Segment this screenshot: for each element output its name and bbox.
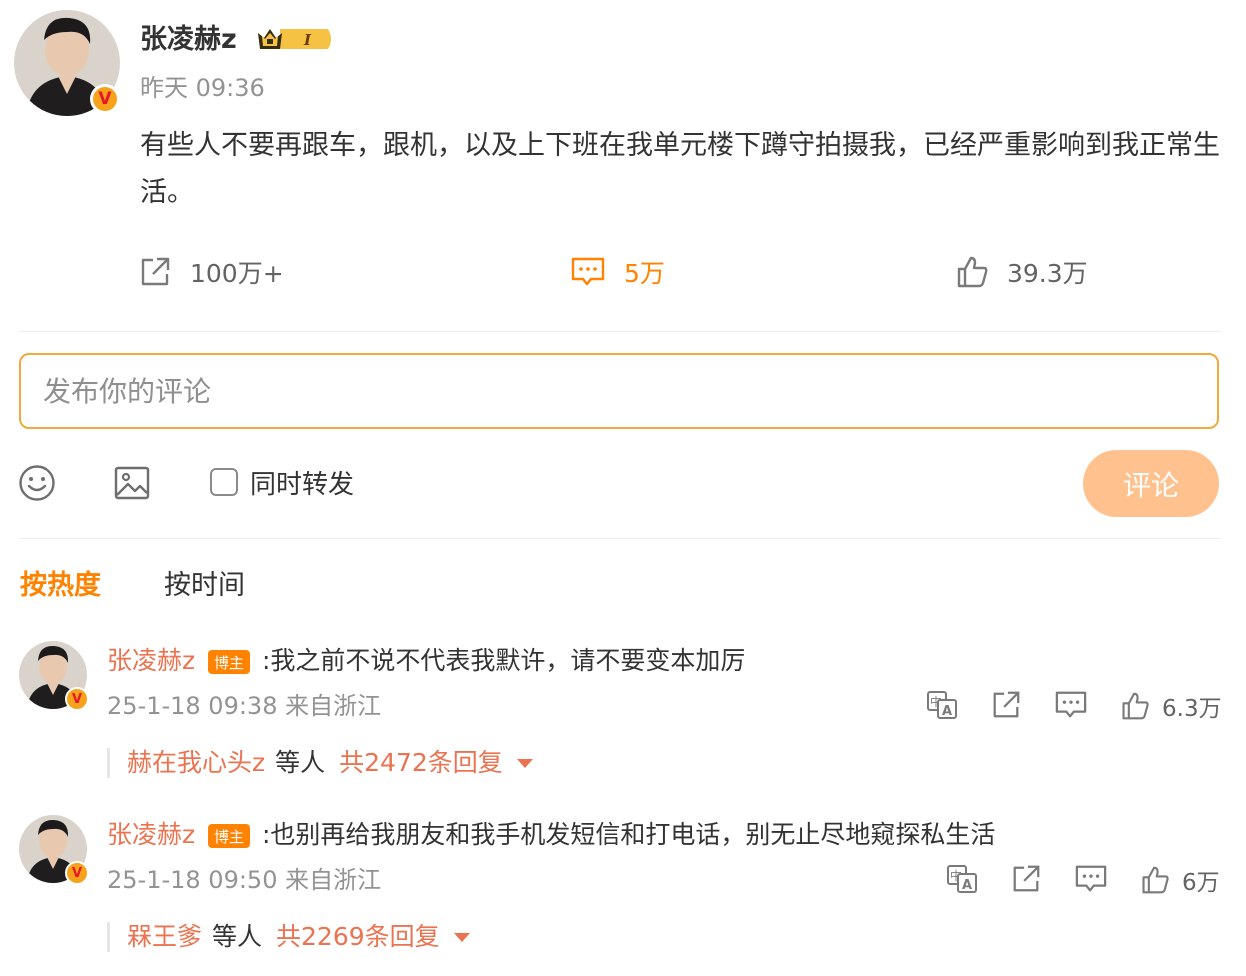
like-icon — [957, 256, 988, 288]
translate-icon: 中 A — [947, 865, 977, 893]
translate-icon: 中 A — [927, 691, 957, 719]
host-tag: 博主 — [208, 650, 250, 674]
comment-author[interactable]: 张凌赫z — [107, 643, 195, 679]
translate-button[interactable]: 中 A — [926, 689, 958, 721]
reply-etc-text: 等人 — [275, 748, 326, 777]
svg-text:A: A — [962, 878, 972, 893]
crown-rank-badge: I — [256, 24, 334, 54]
verified-badge-icon: V — [90, 84, 120, 114]
comment-input[interactable] — [43, 374, 1195, 408]
tab-sort-time[interactable]: 按时间 — [164, 566, 245, 606]
comment-text: :我之前不说不代表我默许，请不要变本加厉 — [262, 646, 746, 675]
like-icon — [1122, 692, 1149, 720]
host-tag: 博主 — [208, 824, 250, 848]
comment-author[interactable]: 张凌赫z — [107, 817, 195, 853]
comment-button[interactable]: 5万 — [570, 252, 665, 292]
repost-icon — [141, 257, 170, 286]
divider — [20, 538, 1220, 539]
chevron-down-icon[interactable] — [516, 758, 533, 768]
also-repost-label: 同时转发 — [250, 469, 355, 500]
post-author-name[interactable]: 张凌赫z — [140, 20, 237, 60]
reply-icon — [1075, 865, 1107, 892]
share-icon — [993, 691, 1020, 718]
comment-like-count: 6.3万 — [1162, 696, 1222, 722]
comment-count: 5万 — [624, 259, 665, 288]
reply-user-names[interactable]: 赫在我心头z — [127, 745, 265, 781]
comment-meta: 25-1-18 09:50 来自浙江 — [107, 866, 382, 894]
comment-input-box[interactable] — [19, 353, 1219, 429]
svg-text:A: A — [942, 704, 952, 719]
image-icon — [114, 466, 150, 500]
replies-summary[interactable]: 赫在我心头z 等人 共2472条回复 — [127, 745, 533, 781]
post-body-text: 有些人不要再跟车，跟机，以及上下班在我单元楼下蹲守拍摄我，已经严重影响到我正常生… — [140, 130, 1220, 208]
reply-total-link[interactable]: 共2472条回复 — [339, 745, 503, 781]
verified-badge-icon: V — [65, 687, 89, 711]
share-button[interactable] — [990, 689, 1022, 721]
comment-icon — [571, 257, 605, 286]
also-repost-option[interactable]: 同时转发 — [210, 462, 354, 502]
reply-user-names[interactable]: 槑王爹 — [127, 919, 202, 955]
comment-text: :也别再给我朋友和我手机发短信和打电话，别无止尽地窥探私生活 — [262, 820, 996, 849]
emoji-button[interactable] — [18, 464, 56, 502]
comment-like-count: 6万 — [1182, 870, 1220, 896]
emoji-icon — [19, 465, 55, 501]
translate-button[interactable]: 中 A — [946, 863, 978, 895]
tab-sort-hot[interactable]: 按热度 — [20, 566, 101, 606]
reply-indicator-bar — [107, 922, 110, 952]
repost-count: 100万+ — [190, 259, 284, 288]
comment-meta: 25-1-18 09:38 来自浙江 — [107, 692, 382, 720]
replies-summary[interactable]: 槑王爹 等人 共2269条回复 — [127, 919, 470, 955]
post-timestamp: 昨天 09:36 — [140, 74, 265, 102]
image-button[interactable] — [113, 464, 151, 502]
divider — [20, 331, 1220, 332]
comment-like-button[interactable]: 6.3万 — [1120, 688, 1222, 724]
reply-button[interactable] — [1074, 863, 1108, 895]
also-repost-checkbox[interactable] — [210, 468, 238, 496]
like-count: 39.3万 — [1007, 259, 1088, 288]
submit-comment-button[interactable]: 评论 — [1083, 450, 1219, 517]
like-icon — [1142, 866, 1169, 894]
share-button[interactable] — [1010, 863, 1042, 895]
verified-badge-icon: V — [65, 861, 89, 885]
reply-indicator-bar — [107, 748, 110, 778]
repost-button[interactable]: 100万+ — [138, 252, 284, 292]
reply-icon — [1055, 691, 1087, 718]
reply-total-link[interactable]: 共2269条回复 — [276, 919, 440, 955]
comment-like-button[interactable]: 6万 — [1140, 862, 1220, 898]
share-icon — [1013, 865, 1040, 892]
like-button[interactable]: 39.3万 — [955, 252, 1088, 292]
reply-etc-text: 等人 — [212, 922, 263, 951]
chevron-down-icon[interactable] — [453, 932, 470, 942]
svg-text:I: I — [303, 31, 312, 49]
reply-button[interactable] — [1054, 689, 1088, 721]
